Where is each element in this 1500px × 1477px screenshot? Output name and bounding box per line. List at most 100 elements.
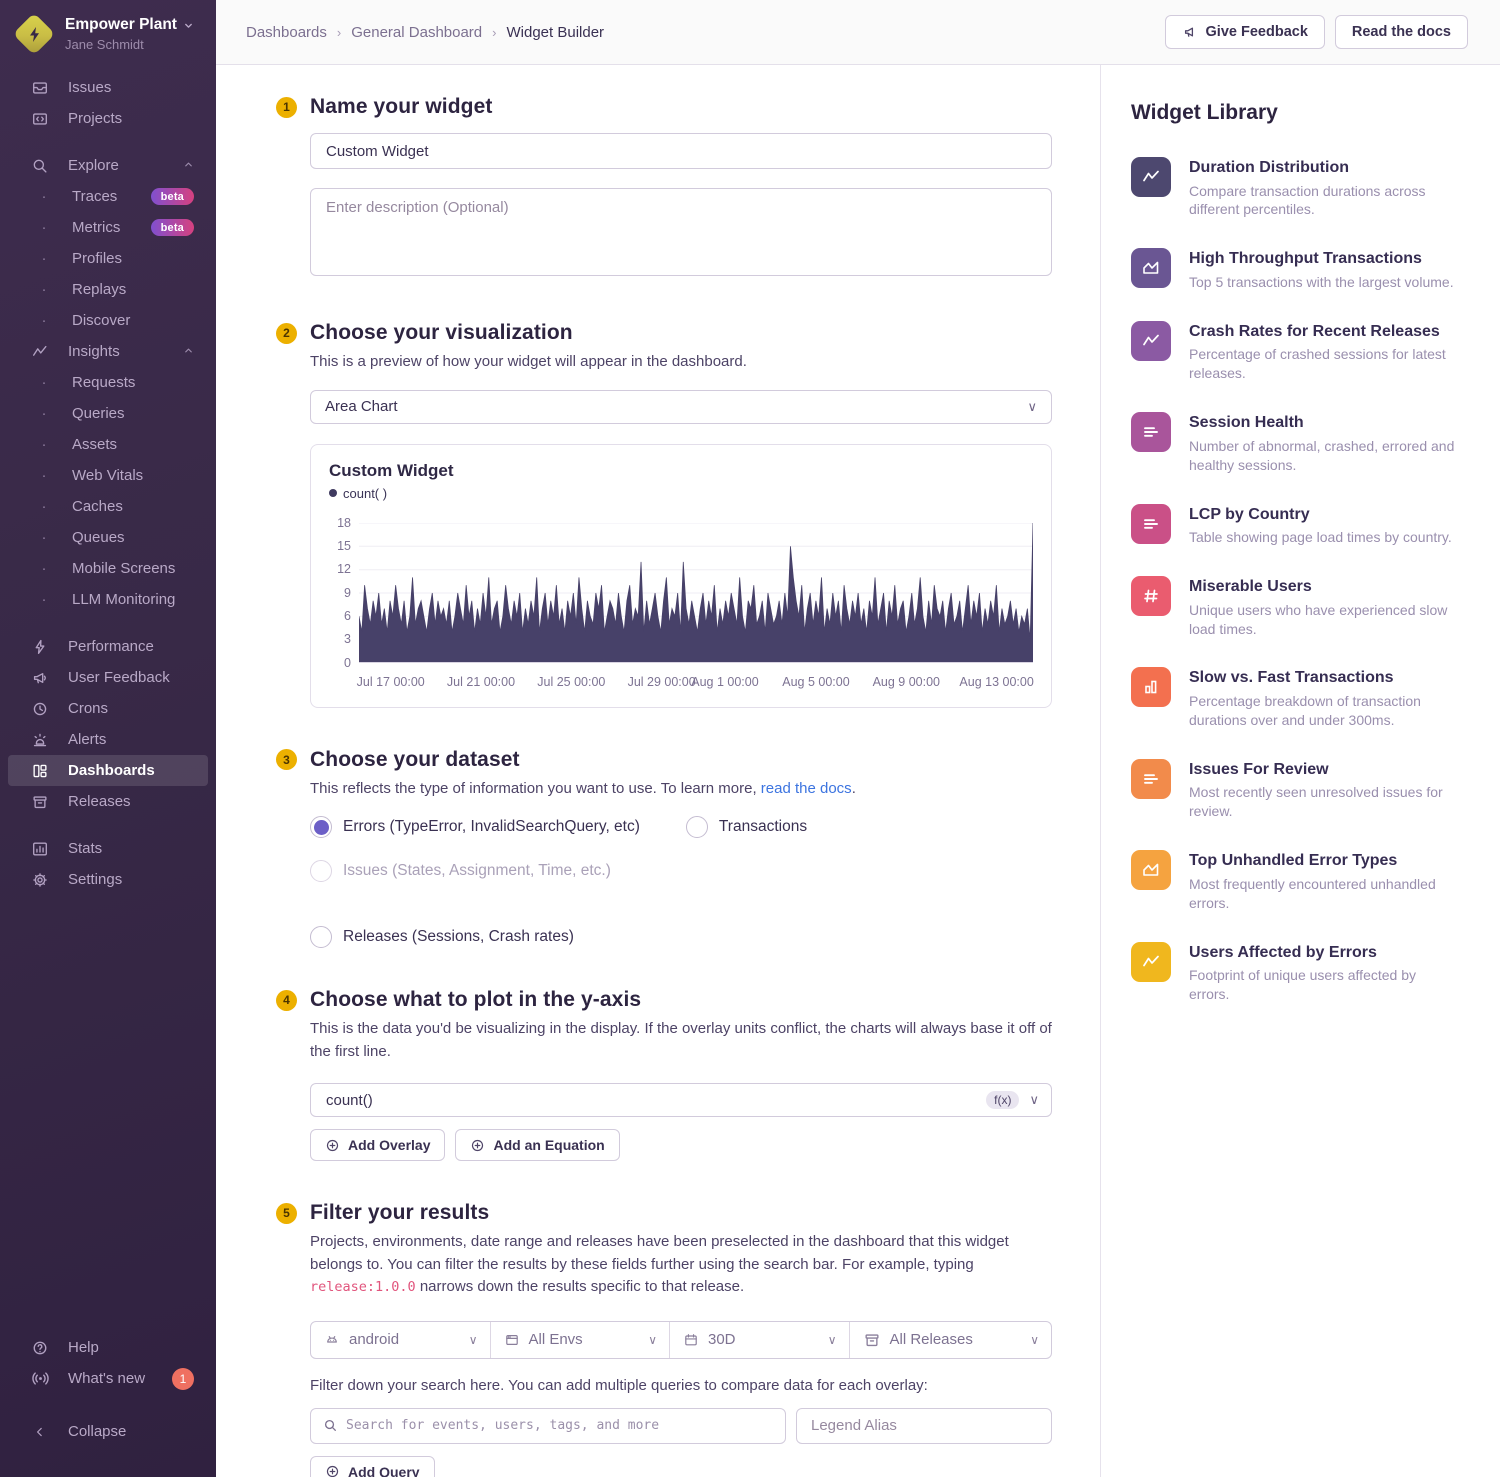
radio-label: Issues (States, Assignment, Time, etc.) bbox=[343, 862, 611, 880]
legend-alias-input[interactable] bbox=[796, 1408, 1052, 1444]
read-the-docs-link[interactable]: read the docs bbox=[761, 780, 852, 797]
dataset-option-issues[interactable]: Issues (States, Assignment, Time, etc.) bbox=[310, 860, 611, 882]
sidebar-item-stats[interactable]: Stats bbox=[8, 833, 208, 864]
sidebar-item-queries[interactable]: ·Queries bbox=[8, 398, 208, 429]
library-item-description: Percentage breakdown of transaction dura… bbox=[1189, 692, 1460, 730]
org-switcher[interactable]: Empower Plant Jane Schmidt bbox=[0, 16, 216, 58]
chevron-down-icon: ∨ bbox=[1027, 399, 1037, 415]
step-title: Choose your dataset bbox=[310, 748, 520, 772]
library-item-duration-distribution[interactable]: Duration DistributionCompare transaction… bbox=[1131, 157, 1460, 219]
sidebar-item-crons[interactable]: Crons bbox=[8, 693, 208, 724]
bars-chart-icon bbox=[1131, 412, 1171, 452]
bars-chart-icon bbox=[1131, 504, 1171, 544]
x-tick-label: Aug 5 00:00 bbox=[782, 675, 849, 689]
radio-unchecked-icon bbox=[310, 860, 332, 882]
filter-all-envs[interactable]: All Envs∨ bbox=[491, 1322, 671, 1358]
dataset-option-transactions[interactable]: Transactions bbox=[686, 816, 807, 838]
library-item-description: Unique users who have experienced slow l… bbox=[1189, 601, 1460, 639]
read-the-docs-button[interactable]: Read the docs bbox=[1335, 15, 1468, 49]
issues-icon bbox=[30, 79, 50, 97]
sidebar-item-performance[interactable]: Performance bbox=[8, 631, 208, 662]
bullet-icon: · bbox=[34, 405, 54, 422]
library-item-users-affected-by-errors[interactable]: Users Affected by ErrorsFootprint of uni… bbox=[1131, 942, 1460, 1004]
filter-android[interactable]: android∨ bbox=[311, 1322, 491, 1358]
collapse-label: Collapse bbox=[68, 1423, 126, 1440]
y-tick-label: 3 bbox=[344, 632, 351, 646]
sidebar-item-web-vitals[interactable]: ·Web Vitals bbox=[8, 460, 208, 491]
chart-y-axis: 0369121518 bbox=[329, 523, 359, 663]
library-item-top-unhandled-error-types[interactable]: Top Unhandled Error TypesMost frequently… bbox=[1131, 850, 1460, 912]
sidebar-item-requests[interactable]: ·Requests bbox=[8, 367, 208, 398]
chart-legend[interactable]: count( ) bbox=[329, 486, 1033, 501]
step-title: Filter your results bbox=[310, 1201, 489, 1225]
library-item-slow-vs-fast-transactions[interactable]: Slow vs. Fast TransactionsPercentage bre… bbox=[1131, 667, 1460, 729]
sidebar-item-label: Projects bbox=[68, 110, 122, 127]
sidebar-item-label: LLM Monitoring bbox=[72, 591, 175, 608]
sidebar-item-label: What's new bbox=[68, 1370, 145, 1387]
megaphone-icon bbox=[1182, 24, 1198, 40]
sidebar-nav: Issues Projects Explore·Tracesbeta·Metrics… bbox=[0, 72, 216, 1463]
sidebar-item-assets[interactable]: ·Assets bbox=[8, 429, 208, 460]
dataset-option-errors[interactable]: Errors (TypeError, InvalidSearchQuery, e… bbox=[310, 816, 640, 838]
sidebar-item-label: Help bbox=[68, 1339, 99, 1356]
add-equation-button[interactable]: Add an Equation bbox=[455, 1129, 619, 1161]
visualization-select[interactable]: Area Chart ∨ bbox=[310, 390, 1052, 424]
sidebar-item-settings[interactable]: Settings bbox=[8, 864, 208, 895]
sidebar-item-what-s-new[interactable]: What's new1 bbox=[8, 1363, 208, 1394]
circle-plus-icon bbox=[325, 1138, 340, 1153]
bullet-icon: · bbox=[34, 281, 54, 298]
sidebar-item-mobile-screens[interactable]: ·Mobile Screens bbox=[8, 553, 208, 584]
y-axis-function-select[interactable]: count() f(x) ∨ bbox=[310, 1083, 1052, 1117]
sidebar-item-label: Dashboards bbox=[68, 762, 155, 779]
sidebar-item-metrics[interactable]: ·Metricsbeta bbox=[8, 212, 208, 243]
sidebar-item-replays[interactable]: ·Replays bbox=[8, 274, 208, 305]
sidebar-group-explore[interactable]: Explore bbox=[8, 150, 208, 181]
library-item-issues-for-review[interactable]: Issues For ReviewMost recently seen unre… bbox=[1131, 759, 1460, 821]
dataset-radio-group: Errors (TypeError, InvalidSearchQuery, e… bbox=[310, 816, 1052, 948]
y-tick-label: 12 bbox=[337, 562, 351, 576]
bullet-icon: · bbox=[34, 250, 54, 267]
give-feedback-button[interactable]: Give Feedback bbox=[1165, 15, 1325, 49]
sidebar-item-alerts[interactable]: Alerts bbox=[8, 724, 208, 755]
library-item-lcp-by-country[interactable]: LCP by CountryTable showing page load ti… bbox=[1131, 504, 1460, 547]
sidebar-item-label: Stats bbox=[68, 840, 102, 857]
sidebar-item-traces[interactable]: ·Tracesbeta bbox=[8, 181, 208, 212]
filter-30d[interactable]: 30D∨ bbox=[670, 1322, 850, 1358]
release-code-snippet: release:1.0.0 bbox=[310, 1279, 416, 1295]
widget-description-input[interactable] bbox=[310, 188, 1052, 276]
bars-chart-icon bbox=[1131, 759, 1171, 799]
filter-all-releases[interactable]: All Releases∨ bbox=[850, 1322, 1052, 1358]
widget-name-input[interactable] bbox=[310, 133, 1052, 169]
sidebar-item-queues[interactable]: ·Queues bbox=[8, 522, 208, 553]
query-search-input[interactable] bbox=[346, 1418, 773, 1433]
library-item-crash-rates-for-recent-releases[interactable]: Crash Rates for Recent ReleasesPercentag… bbox=[1131, 321, 1460, 383]
sidebar-item-projects[interactable]: Projects bbox=[8, 103, 208, 134]
dataset-option-releases[interactable]: Releases (Sessions, Crash rates) bbox=[310, 926, 574, 948]
sidebar-item-label: Web Vitals bbox=[72, 467, 143, 484]
widget-preview-panel: Custom Widget count( ) 0369121518 bbox=[310, 444, 1052, 708]
sidebar-item-releases[interactable]: Releases bbox=[8, 786, 208, 817]
sidebar-item-discover[interactable]: ·Discover bbox=[8, 305, 208, 336]
sidebar-item-user-feedback[interactable]: User Feedback bbox=[8, 662, 208, 693]
step-choose-dataset: 3 Choose your dataset This reflects the … bbox=[276, 748, 1052, 949]
add-query-button[interactable]: Add Query bbox=[310, 1456, 435, 1477]
sidebar-item-profiles[interactable]: ·Profiles bbox=[8, 243, 208, 274]
sidebar-group-label: Insights bbox=[68, 343, 120, 360]
sidebar-item-dashboards[interactable]: Dashboards bbox=[8, 755, 208, 786]
breadcrumb-general-dashboard[interactable]: General Dashboard bbox=[351, 24, 482, 41]
sidebar-item-label: Settings bbox=[68, 871, 122, 888]
sidebar-item-llm-monitoring[interactable]: ·LLM Monitoring bbox=[8, 584, 208, 615]
sidebar-group-insights[interactable]: Insights bbox=[8, 336, 208, 367]
breadcrumb-dashboards[interactable]: Dashboards bbox=[246, 24, 327, 41]
sidebar-item-help[interactable]: Help bbox=[8, 1332, 208, 1363]
library-item-high-throughput-transactions[interactable]: High Throughput TransactionsTop 5 transa… bbox=[1131, 248, 1460, 291]
sidebar-item-issues[interactable]: Issues bbox=[8, 72, 208, 103]
sidebar-collapse-button[interactable]: Collapse bbox=[8, 1416, 208, 1447]
help-icon bbox=[30, 1339, 50, 1357]
add-overlay-button[interactable]: Add Overlay bbox=[310, 1129, 445, 1161]
library-item-description: Table showing page load times by country… bbox=[1189, 528, 1452, 547]
sidebar-item-caches[interactable]: ·Caches bbox=[8, 491, 208, 522]
library-item-session-health[interactable]: Session HealthNumber of abnormal, crashe… bbox=[1131, 412, 1460, 474]
fx-badge: f(x) bbox=[986, 1091, 1019, 1109]
library-item-miserable-users[interactable]: Miserable UsersUnique users who have exp… bbox=[1131, 576, 1460, 638]
